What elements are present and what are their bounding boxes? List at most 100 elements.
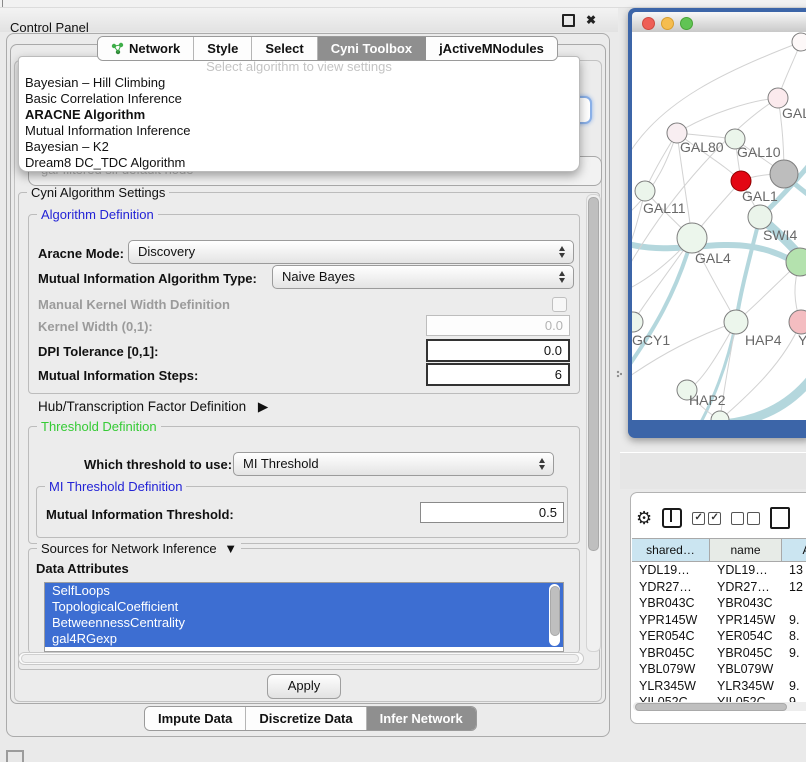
algorithm-dropdown-list: Bayesian – Hill ClimbingBasic Correlatio…: [19, 75, 579, 171]
table-cell: YBR043C: [710, 595, 782, 612]
checkbox-unchecked-icon[interactable]: [731, 512, 744, 525]
mi-threshold-field[interactable]: 0.5: [420, 502, 564, 523]
sources-group-title[interactable]: Sources for Network Inference ▼: [37, 541, 241, 556]
bottom-tab-strip: Impute DataDiscretize DataInfer Network: [144, 706, 477, 731]
tab-impute-data[interactable]: Impute Data: [145, 707, 246, 730]
close-icon[interactable]: ✖: [585, 14, 597, 26]
corner-chip-icon[interactable]: [6, 750, 24, 762]
manual-kernel-checkbox[interactable]: [552, 297, 567, 312]
close-traffic-light-icon[interactable]: [642, 17, 655, 30]
network-canvas[interactable]: GAL7GAL80GAL10GAL1GAL11SWI4GAL4GCY1HAP4Y…: [632, 32, 806, 420]
column-header-name[interactable]: name: [710, 538, 782, 562]
attr-list-vscrollbar-thumb[interactable]: [550, 586, 560, 636]
mi-steps-label: Mutual Information Steps:: [38, 368, 198, 383]
data-attributes-label: Data Attributes: [36, 561, 129, 576]
table-row[interactable]: YBR045CYBR045C9.: [632, 645, 806, 662]
node-swi4[interactable]: [748, 205, 772, 229]
zoom-traffic-light-icon[interactable]: [680, 17, 693, 30]
algorithm-option-basic-correlation-inference[interactable]: Basic Correlation Inference: [19, 91, 579, 107]
table-cell: 9.: [782, 612, 806, 629]
group-title: Threshold Definition: [37, 419, 161, 434]
gear-icon[interactable]: ⚙: [636, 509, 652, 527]
settings-vscrollbar[interactable]: [586, 194, 601, 652]
attr-list-vscrollbar[interactable]: [549, 584, 560, 646]
split-columns-icon[interactable]: [662, 508, 682, 528]
algorithm-option-bayesian-hill-climbing[interactable]: Bayesian – Hill Climbing: [19, 75, 579, 91]
settings-hscrollbar-thumb[interactable]: [21, 654, 579, 663]
table-row[interactable]: YER054CYER054C8.: [632, 628, 806, 645]
column-header-shared[interactable]: shared…: [632, 538, 710, 562]
table-rows: YDL19…YDL19…13YDR27…YDR27…12YBR043CYBR04…: [632, 562, 806, 702]
node-gray[interactable]: [770, 160, 798, 188]
top-tab-strip: NetworkStyleSelect Cyni Toolbox jActiveMNo…: [97, 36, 558, 61]
settings-vscrollbar-thumb[interactable]: [588, 197, 599, 551]
checkbox-checked-icon[interactable]: ✓: [708, 512, 721, 525]
node-gcy1-label: GCY1: [632, 332, 670, 348]
node-gal4[interactable]: [677, 223, 707, 253]
splitter-grip[interactable]: [616, 370, 622, 380]
table-cell: YER054C: [710, 628, 782, 645]
tab-label: Cyni Toolbox: [331, 37, 412, 60]
checkbox-checked-icon[interactable]: ✓: [692, 512, 705, 525]
tab-infer-network[interactable]: Infer Network: [367, 707, 476, 730]
table-row[interactable]: YLR345WYLR345W9.: [632, 678, 806, 695]
algorithm-option-aracne-algorithm[interactable]: ARACNE Algorithm: [19, 107, 579, 123]
which-threshold-combo[interactable]: MI Threshold: [233, 452, 554, 476]
attribute-item-topologicalcoefficient[interactable]: TopologicalCoefficient: [45, 599, 563, 615]
aracne-mode-value: Discovery: [138, 244, 195, 259]
aracne-mode-combo[interactable]: Discovery: [128, 240, 574, 264]
algorithm-option-dream8-dc-tdc-algorithm[interactable]: Dream8 DC_TDC Algorithm: [19, 155, 579, 171]
algorithm-option-mutual-information-inference[interactable]: Mutual Information Inference: [19, 123, 579, 139]
node-bottom[interactable]: [711, 411, 729, 420]
network-edge: [724, 380, 806, 420]
dpi-tolerance-field[interactable]: 0.0: [426, 339, 570, 362]
tab-network[interactable]: Network: [98, 37, 194, 60]
node-top-right[interactable]: [792, 33, 806, 51]
node-gal11[interactable]: [635, 181, 655, 201]
column-header-a[interactable]: A: [782, 538, 806, 562]
tab-jactivemnodules[interactable]: jActiveMNodules: [426, 37, 557, 60]
mi-steps-field[interactable]: 6: [426, 363, 570, 386]
control-panel-titlebar[interactable]: Control Panel: [0, 8, 618, 32]
table-panel-titlebar: Table Panel: [620, 452, 806, 489]
table-cell: 8.: [782, 628, 806, 645]
data-attributes-list[interactable]: SelfLoopsTopologicalCoefficientBetweenne…: [44, 582, 564, 652]
checkbox-unchecked-icon[interactable]: [747, 512, 760, 525]
apply-button[interactable]: Apply: [267, 674, 341, 699]
kernel-width-field[interactable]: 0.0: [426, 315, 570, 336]
attribute-item-selfloops[interactable]: SelfLoops: [45, 583, 563, 599]
table-cell: YDL19…: [632, 562, 710, 579]
table-row[interactable]: YDR27…YDR27…12: [632, 579, 806, 596]
table-hscrollbar[interactable]: [633, 702, 806, 711]
tab-style[interactable]: Style: [194, 37, 252, 60]
mi-type-combo[interactable]: Naive Bayes: [272, 265, 574, 289]
table-row[interactable]: YBL079WYBL079W: [632, 661, 806, 678]
table-row[interactable]: YDL19…YDL19…13: [632, 562, 806, 579]
table-row[interactable]: YBR043CYBR043C: [632, 595, 806, 612]
node-hap4[interactable]: [724, 310, 748, 334]
table-row[interactable]: YPR145WYPR145W9.: [632, 612, 806, 629]
minimize-traffic-light-icon[interactable]: [661, 17, 674, 30]
settings-hscrollbar[interactable]: [18, 652, 584, 665]
screenshot-root: Control Panel ✖ NetworkStyleSelect Cyni T…: [0, 0, 806, 762]
network-window-titlebar[interactable]: [632, 12, 806, 33]
table-cell: 13: [782, 562, 806, 579]
top-strip: [0, 0, 806, 8]
node-pink-right-label: Y: [798, 332, 806, 348]
float-window-icon[interactable]: [562, 14, 574, 26]
hub-section-toggle[interactable]: Hub/Transcription Factor Definition ▶: [38, 399, 268, 415]
tab-cyni-toolbox[interactable]: Cyni Toolbox: [318, 37, 426, 60]
node-pink-right[interactable]: [789, 310, 806, 334]
algorithm-option-bayesian-k2[interactable]: Bayesian – K2: [19, 139, 579, 155]
dpi-tolerance-label: DPI Tolerance [0,1]:: [38, 344, 158, 359]
tab-discretize-data[interactable]: Discretize Data: [246, 707, 366, 730]
document-icon[interactable]: [770, 507, 790, 529]
which-threshold-value: MI Threshold: [243, 456, 319, 471]
tab-select[interactable]: Select: [252, 37, 317, 60]
attribute-item-gal4rgexp[interactable]: gal4RGexp: [45, 631, 563, 647]
table-row[interactable]: YIL052CYIL052C9: [632, 694, 806, 702]
table-hscrollbar-thumb[interactable]: [635, 703, 787, 711]
attribute-item-betweennesscentrality[interactable]: BetweennessCentrality: [45, 615, 563, 631]
node-gcy1[interactable]: [632, 312, 643, 332]
tab-label: jActiveMNodules: [439, 37, 544, 60]
